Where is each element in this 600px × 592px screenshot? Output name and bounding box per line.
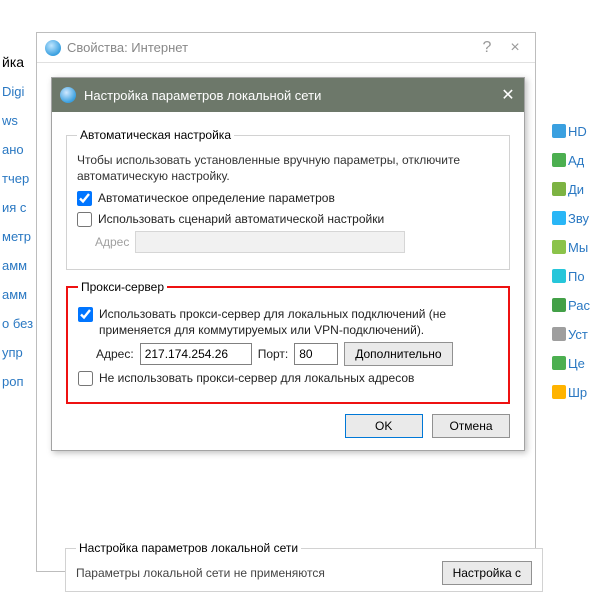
auto-detect-label: Автоматическое определение параметров [98,190,335,206]
category-icon [552,124,566,138]
bg-link[interactable]: HD [552,124,598,139]
close-button[interactable]: ✕ [492,78,524,112]
category-icon [552,356,566,370]
lan-settings-titlebar: Настройка параметров локальной сети ✕ [52,78,524,112]
bg-link[interactable]: амм [2,258,34,273]
category-icon [552,240,566,254]
use-script-label: Использовать сценарий автоматической нас… [98,211,384,227]
bg-link[interactable]: о без [2,316,34,331]
globe-icon [45,40,61,56]
bg-link[interactable]: Шр [552,385,598,400]
bg-header: йка [2,54,34,70]
bypass-local-row: Не использовать прокси-сервер для локаль… [78,370,498,386]
bg-link[interactable]: Рас [552,298,598,313]
auto-config-legend: Автоматическая настройка [77,128,234,142]
advanced-button[interactable]: Дополнительно [344,342,452,366]
category-icon [552,269,566,283]
bg-link[interactable]: Це [552,356,598,371]
category-icon [552,182,566,196]
bg-link[interactable]: роп [2,374,34,389]
category-icon [552,211,566,225]
lan-settings-dialog: Настройка параметров локальной сети ✕ Ав… [51,77,525,451]
bg-link[interactable]: амм [2,287,34,302]
script-address-row: Адрес [95,231,499,253]
lan-settings-bottom-text: Параметры локальной сети не применяются [76,566,325,580]
category-icon [552,385,566,399]
bg-link[interactable]: Зву [552,211,598,226]
bg-link[interactable]: упр [2,345,34,360]
dialog-title: Настройка параметров локальной сети [84,88,492,103]
proxy-group: Прокси-сервер Использовать прокси-сервер… [66,280,510,405]
lan-settings-bottom-group: Настройка параметров локальной сети Пара… [65,541,543,592]
auto-detect-checkbox[interactable] [77,191,92,206]
bg-link[interactable]: Digi [2,84,34,99]
use-script-row: Использовать сценарий автоматической нас… [77,211,499,227]
bg-link[interactable]: Ди [552,182,598,197]
internet-properties-window: Свойства: Интернет ? × Настройка парамет… [36,32,536,572]
use-proxy-checkbox[interactable] [78,307,93,322]
proxy-port-input[interactable] [294,343,338,365]
category-icon [552,327,566,341]
proxy-address-label: Адрес: [96,347,134,361]
auto-config-group: Автоматическая настройка Чтобы использов… [66,128,510,270]
help-button[interactable]: ? [473,39,501,57]
internet-properties-titlebar: Свойства: Интернет ? × [37,33,535,63]
lan-settings-button[interactable]: Настройка с [442,561,532,585]
category-icon [552,153,566,167]
bg-link[interactable]: Ад [552,153,598,168]
page-left-fragments: йка Digi ws aно тчер ия с метр амм амм о… [2,40,34,403]
ok-button[interactable]: OK [345,414,423,438]
auto-config-hint: Чтобы использовать установленные вручную… [77,152,499,184]
proxy-address-row: Адрес: Порт: Дополнительно [96,342,498,366]
bg-link[interactable]: Уст [552,327,598,342]
bg-link[interactable]: метр [2,229,34,244]
bg-link[interactable]: ws [2,113,34,128]
script-address-label: Адрес [95,235,129,249]
bypass-local-checkbox[interactable] [78,371,93,386]
proxy-port-label: Порт: [258,347,289,361]
proxy-legend: Прокси-сервер [78,280,167,294]
script-address-input [135,231,405,253]
cancel-button[interactable]: Отмена [432,414,510,438]
bg-link[interactable]: Мы [552,240,598,255]
proxy-address-input[interactable] [140,343,252,365]
close-button[interactable]: × [501,39,529,57]
use-script-checkbox[interactable] [77,212,92,227]
network-icon [60,87,76,103]
lan-settings-bottom-legend: Настройка параметров локальной сети [76,541,301,555]
bg-link[interactable]: aно [2,142,34,157]
dialog-button-row: OK Отмена [66,414,510,438]
dialog-body: Автоматическая настройка Чтобы использов… [52,112,524,450]
page-right-fragments: HD Ад Ди Зву Мы По Рас Уст Це Шр [552,110,598,414]
bypass-local-label: Не использовать прокси-сервер для локаль… [99,370,414,386]
category-icon [552,298,566,312]
window-title: Свойства: Интернет [67,40,473,55]
use-proxy-label: Использовать прокси-сервер для локальных… [99,306,498,338]
lan-settings-bottom-row: Параметры локальной сети не применяются … [76,561,532,585]
auto-detect-row: Автоматическое определение параметров [77,190,499,206]
bg-link[interactable]: По [552,269,598,284]
use-proxy-row: Использовать прокси-сервер для локальных… [78,306,498,338]
bg-link[interactable]: тчер [2,171,34,186]
bg-link[interactable]: ия с [2,200,34,215]
